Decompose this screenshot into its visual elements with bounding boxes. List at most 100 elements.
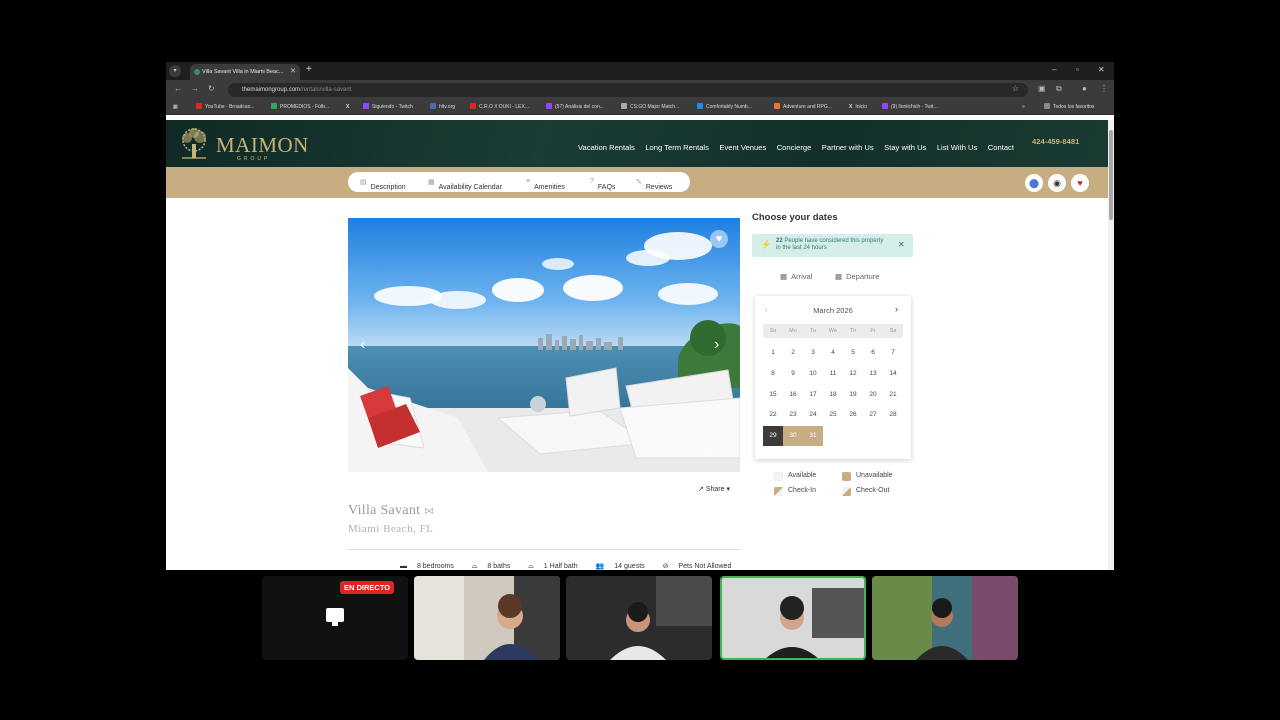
bookmark-star-icon[interactable]: ☆ xyxy=(1012,84,1019,93)
property-photo[interactable]: ♥ ‹ › ⌕ xyxy=(348,218,740,472)
bookmark-item[interactable]: CS:GO Major Match... xyxy=(621,102,679,112)
bookmark-item[interactable]: Siguiendo - Twitch xyxy=(363,102,413,112)
calendar-day[interactable]: 4 xyxy=(823,343,843,363)
calendar-day[interactable]: 30 xyxy=(783,426,803,447)
bookmark-item[interactable]: YouTube - Broadcas... xyxy=(196,102,254,112)
photo-favorite-icon[interactable]: ♥ xyxy=(710,230,728,248)
nav-contact[interactable]: Contact xyxy=(988,143,1014,152)
bookmark-item[interactable]: C.R.O X DUKI - LEX... xyxy=(470,102,529,112)
phone-link[interactable]: 424-459-8481 xyxy=(1032,137,1079,146)
calendar-day[interactable]: 11 xyxy=(823,364,843,384)
next-month-icon[interactable]: › xyxy=(895,304,898,314)
bookmark-item[interactable]: hltv.org xyxy=(430,102,455,112)
calendar-day[interactable]: 31 xyxy=(803,426,823,447)
date-picker: ‹ March 2026 › Su Mo Tu We Th Fr Sa 1234567891… xyxy=(755,296,911,459)
photo-next-icon[interactable]: › xyxy=(714,336,719,354)
calendar-day[interactable]: 16 xyxy=(783,385,803,405)
nav-list[interactable]: List With Us xyxy=(937,143,978,152)
tab-faqs[interactable]: ? FAQs xyxy=(590,178,615,191)
weekday-label: Th xyxy=(849,328,857,334)
calendar-day[interactable]: 19 xyxy=(843,385,863,405)
reload-icon[interactable]: ↻ xyxy=(208,84,215,93)
calendar-day[interactable]: 27 xyxy=(863,405,883,425)
zoom-icon[interactable]: ⌕ xyxy=(708,448,714,459)
forward-icon[interactable]: → xyxy=(191,84,199,93)
bookmark-item[interactable]: Comfortably Numb... xyxy=(697,102,752,112)
share-button[interactable]: ↗ Share ▾ xyxy=(698,485,730,493)
tab-availability[interactable]: ▦ Availability Calendar xyxy=(428,178,502,191)
new-tab-button[interactable]: + xyxy=(306,64,312,75)
calendar-day[interactable]: 7 xyxy=(883,343,903,363)
calendar-day[interactable]: 6 xyxy=(863,343,883,363)
nav-stay[interactable]: Stay with Us xyxy=(884,143,926,152)
screen-share-tile: EN DIRECTO xyxy=(262,576,408,660)
calendar-day[interactable]: 1 xyxy=(763,343,783,363)
calendar-day[interactable]: 2 xyxy=(783,343,803,363)
page-scrollbar[interactable] xyxy=(1108,120,1114,570)
calendar-day[interactable]: 15 xyxy=(763,385,783,405)
bookmark-item[interactable]: PROMEDIOS - Fútb... xyxy=(271,102,329,112)
calendar-day[interactable]: 13 xyxy=(863,364,883,384)
calendar-day[interactable]: 18 xyxy=(823,385,843,405)
extensions-puzzle-icon[interactable]: ⧉ xyxy=(1056,84,1062,94)
tab-description[interactable]: ▤ Description xyxy=(360,178,406,191)
calendar-day[interactable]: 29 xyxy=(763,426,783,447)
close-window-icon[interactable]: ✕ xyxy=(1098,65,1105,74)
folder-icon xyxy=(1044,103,1050,109)
nav-vacation-rentals[interactable]: Vacation Rentals xyxy=(578,143,635,152)
tab-amenities[interactable]: ≡ Amenities xyxy=(526,178,565,191)
x-bookmark-icon[interactable]: X xyxy=(346,102,349,112)
back-icon[interactable]: ← xyxy=(174,84,182,93)
bookmarks-bar: ▦ YouTube - Broadcas... PROMEDIOS - Fútb… xyxy=(166,100,1114,115)
weekday-label: Sa xyxy=(889,328,897,334)
nav-partner[interactable]: Partner with Us xyxy=(822,143,874,152)
calendar-day[interactable]: 3 xyxy=(803,343,823,363)
restore-icon[interactable]: ▫ xyxy=(1076,65,1079,74)
calendar-day[interactable]: 10 xyxy=(803,364,823,384)
scrollbar-thumb[interactable] xyxy=(1109,130,1113,220)
departure-field[interactable]: ▦ Departure xyxy=(835,272,879,281)
map-pin-icon[interactable]: ⬤ xyxy=(1025,174,1043,192)
streamer-video xyxy=(722,578,864,658)
calendar-day[interactable]: 20 xyxy=(863,385,883,405)
nav-long-term-rentals[interactable]: Long Term Rentals xyxy=(645,143,709,152)
guests-icon: 👥 xyxy=(595,563,605,570)
eye-icon[interactable]: ◉ xyxy=(1048,174,1066,192)
bookmark-item[interactable]: (9) lloniichich - Twit... xyxy=(882,102,938,112)
bookmark-item[interactable]: X Inicio xyxy=(849,102,867,112)
globe-icon xyxy=(621,103,627,109)
bookmark-item[interactable]: Adventure and RPG... xyxy=(774,102,832,112)
extension-icon[interactable]: ▣ xyxy=(1038,84,1046,93)
calendar-day[interactable]: 9 xyxy=(783,364,803,384)
calendar-day[interactable]: 26 xyxy=(843,405,863,425)
address-bar[interactable]: themaimongroup.com/rentals/villa-savant xyxy=(228,83,1028,97)
calendar-day[interactable]: 17 xyxy=(803,385,823,405)
calendar-day[interactable]: 8 xyxy=(763,364,783,384)
nav-event-venues[interactable]: Event Venues xyxy=(719,143,766,152)
calendar-day[interactable]: 28 xyxy=(883,405,903,425)
apps-grid-icon[interactable]: ▦ xyxy=(173,102,178,112)
calendar-day[interactable]: 12 xyxy=(843,364,863,384)
favorite-heart-icon[interactable]: ♥ xyxy=(1071,174,1089,192)
profile-avatar-icon[interactable]: ● xyxy=(1082,84,1087,93)
tab-close-icon[interactable]: ✕ xyxy=(290,64,296,80)
calendar-day[interactable]: 23 xyxy=(783,405,803,425)
browser-menu-icon[interactable]: ⋮ xyxy=(1100,84,1108,93)
calendar-day[interactable]: 14 xyxy=(883,364,903,384)
bookmark-item[interactable]: (57) Análisis del con... xyxy=(546,102,604,112)
tab-reviews[interactable]: ✎ Reviews xyxy=(636,178,672,191)
calendar-day[interactable]: 5 xyxy=(843,343,863,363)
more-bookmarks-icon[interactable]: » xyxy=(1022,102,1025,112)
bookmarks-folder[interactable]: Todos los favoritos xyxy=(1044,102,1094,112)
calendar-day[interactable]: 24 xyxy=(803,405,823,425)
browser-tab[interactable]: Villa Savant Villa in Miami Beac... ✕ xyxy=(190,64,300,80)
photo-prev-icon[interactable]: ‹ xyxy=(360,336,365,354)
minimize-icon[interactable]: – xyxy=(1052,65,1056,74)
calendar-day[interactable]: 25 xyxy=(823,405,843,425)
alert-close-icon[interactable]: ✕ xyxy=(898,240,905,249)
arrival-field[interactable]: ▦ Arrival xyxy=(780,272,812,281)
calendar-day[interactable]: 22 xyxy=(763,405,783,425)
calendar-day[interactable]: 21 xyxy=(883,385,903,405)
nav-concierge[interactable]: Concierge xyxy=(777,143,812,152)
tab-search-button[interactable]: ▾ xyxy=(169,65,181,77)
